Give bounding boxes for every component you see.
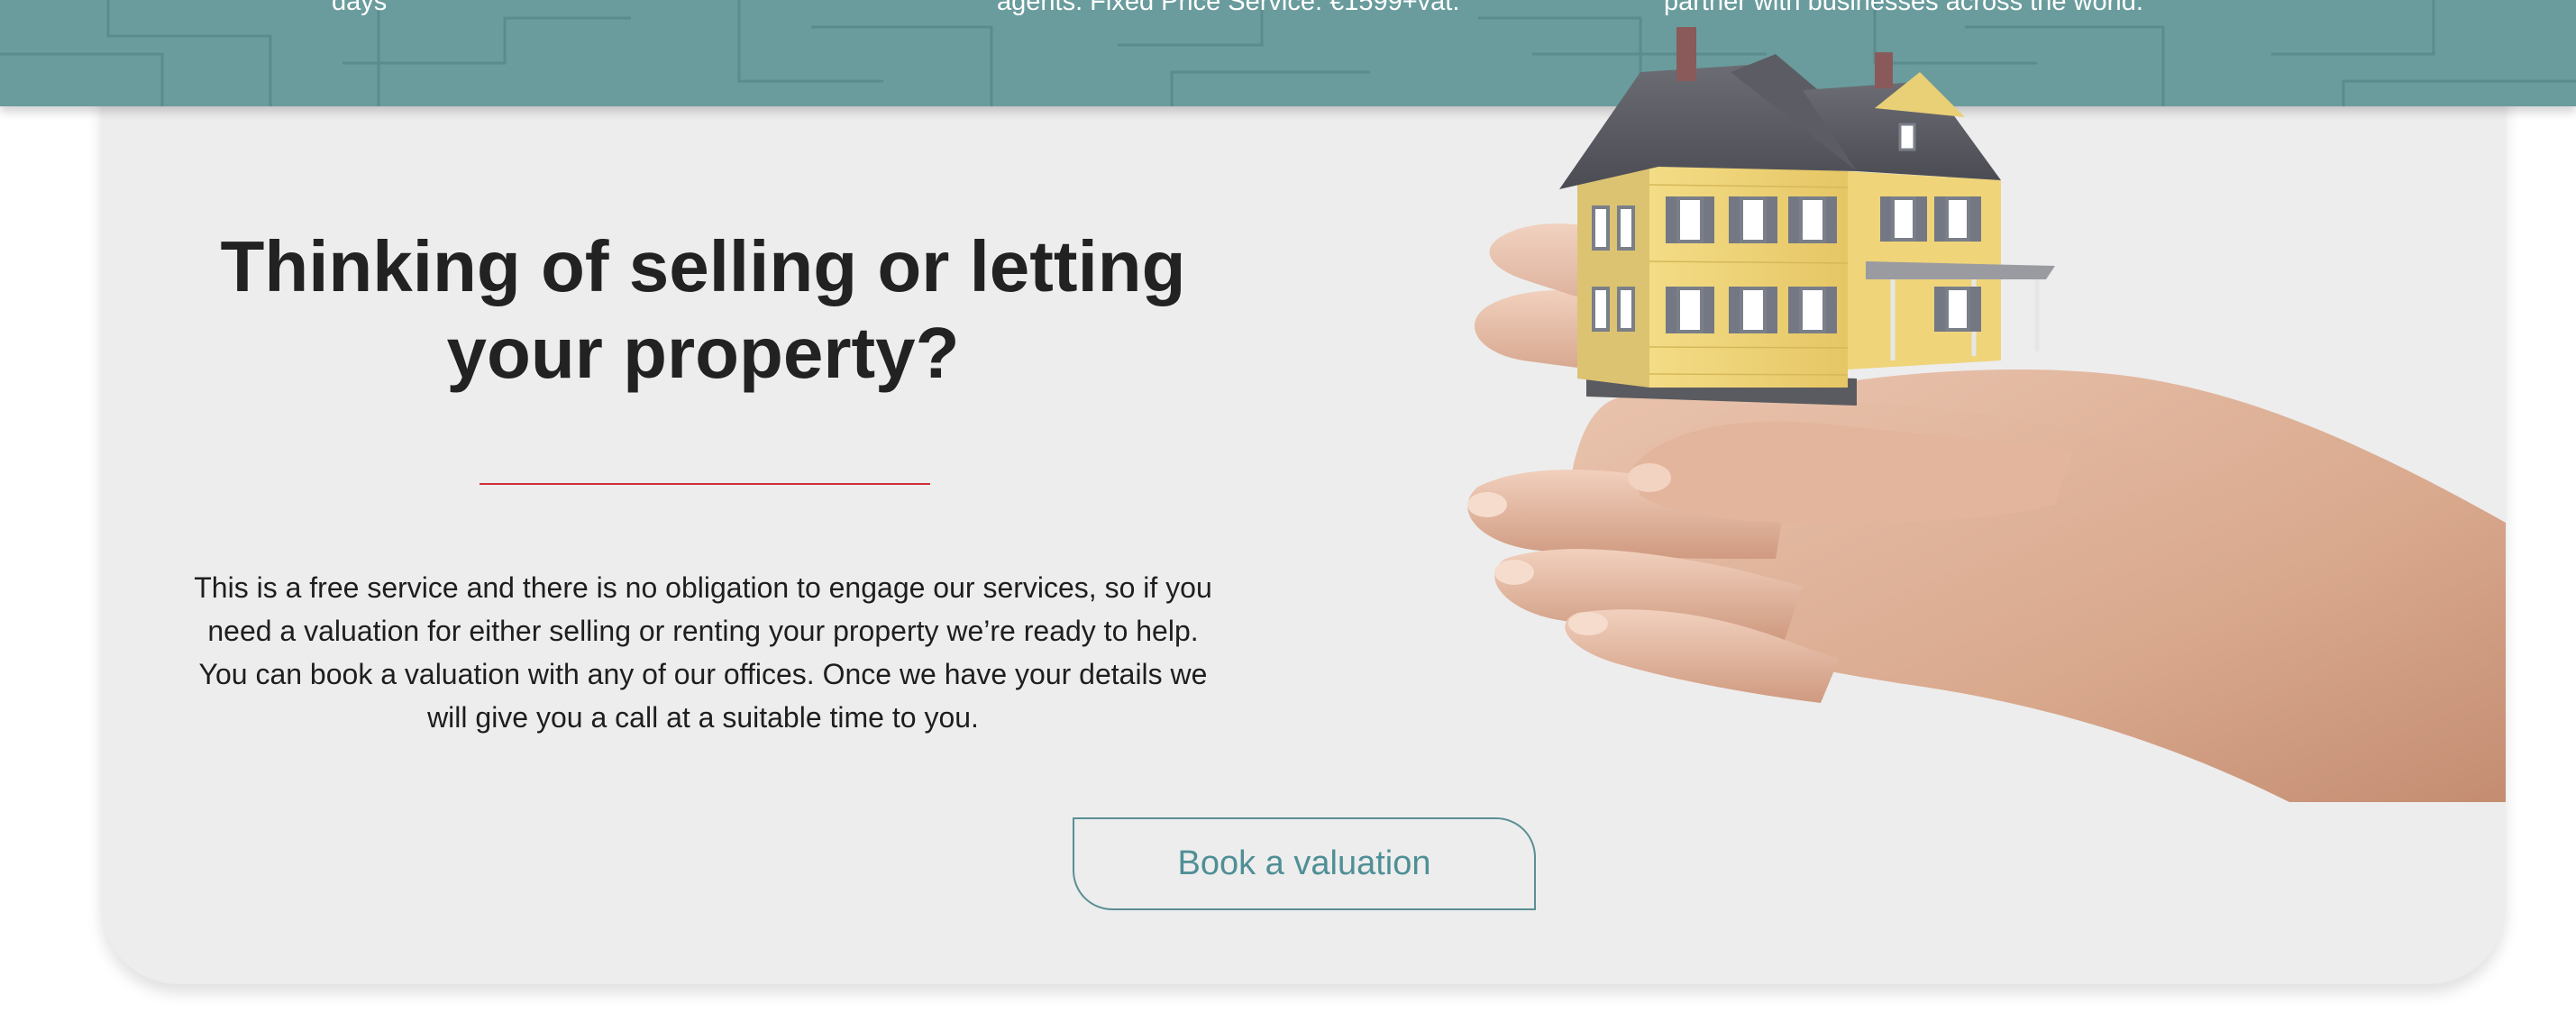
- banner-text-center: agents. Fixed Price Service. €1599+vat.: [997, 0, 1460, 16]
- hero-image-hands-holding-house: [1467, 27, 2506, 802]
- section-heading: Thinking of selling or letting your prop…: [220, 226, 1186, 393]
- heading-divider: [480, 483, 930, 485]
- book-valuation-button[interactable]: Book a valuation: [1073, 817, 1536, 910]
- section-description: This is a free service and there is no o…: [194, 571, 1212, 734]
- banner-text-right: partner with businesses across the world…: [1664, 0, 2143, 16]
- banner-text-left: days: [332, 0, 388, 16]
